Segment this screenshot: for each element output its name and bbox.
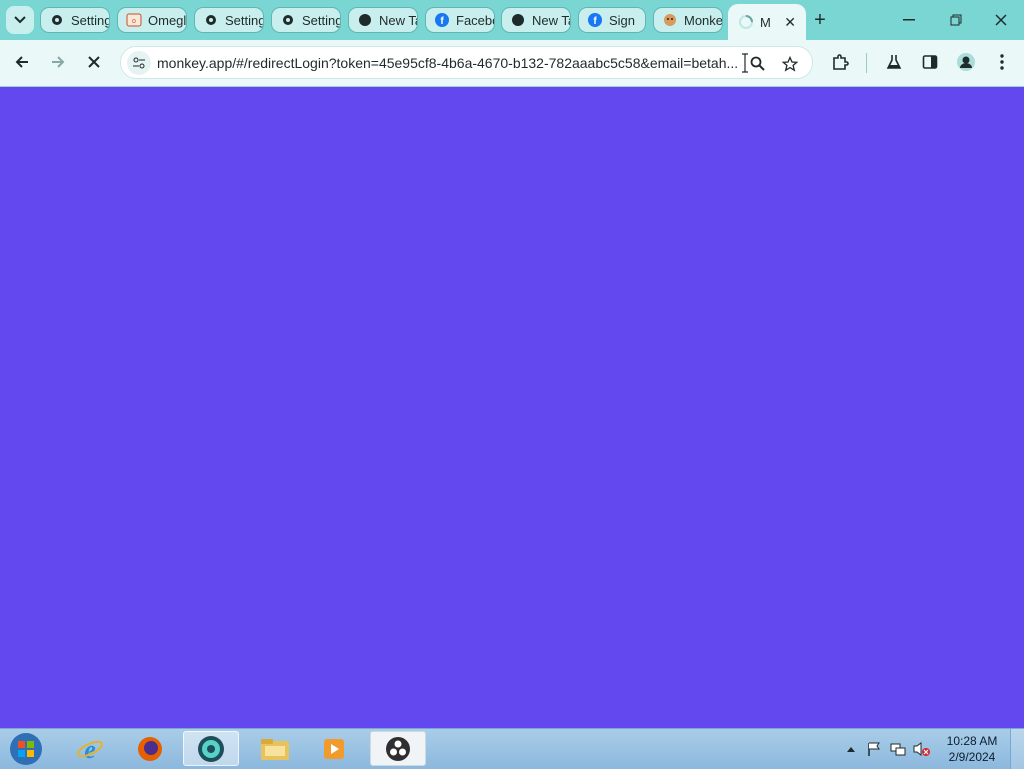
tab-title: Settings: [71, 12, 109, 28]
action-center-icon[interactable]: [864, 739, 884, 759]
facebook-icon: f: [587, 12, 603, 28]
bookmark-button[interactable]: [779, 53, 801, 75]
tab-title: New Tab: [532, 12, 570, 28]
obs-icon[interactable]: [370, 731, 426, 766]
arrow-left-icon: [15, 56, 28, 68]
tab-settings-3[interactable]: Settings: [271, 7, 341, 33]
forward-button[interactable]: [43, 47, 73, 77]
show-desktop-button[interactable]: [1010, 729, 1024, 769]
extensions-button[interactable]: [825, 47, 855, 77]
media-player-icon[interactable]: [306, 731, 362, 766]
volume-muted-icon[interactable]: [912, 739, 932, 759]
puzzle-icon: [833, 54, 849, 70]
magnifier-icon: [750, 56, 765, 71]
chat-icon: [510, 12, 526, 28]
close-icon: [995, 14, 1007, 26]
menu-button[interactable]: [987, 47, 1017, 77]
show-hidden-icons-button[interactable]: [844, 739, 858, 759]
profile-button[interactable]: [951, 47, 981, 77]
monkey-icon: [662, 12, 678, 28]
file-explorer-icon[interactable]: [247, 731, 303, 766]
chevron-up-icon: [847, 747, 855, 752]
site-info-button[interactable]: [127, 51, 151, 75]
tab-facebook[interactable]: f Facebook: [425, 7, 495, 33]
chevron-down-icon: [14, 16, 26, 24]
tab-strip: Settings o Omegle Settings Settings New …: [0, 0, 1024, 40]
side-panel-icon: [922, 55, 938, 69]
close-tab-icon[interactable]: ✕: [784, 14, 796, 31]
close-icon: [88, 56, 100, 68]
clock-time: 10:28 AM: [946, 734, 998, 748]
tab-active[interactable]: M ✕: [728, 4, 806, 40]
star-icon: [782, 56, 798, 72]
start-button[interactable]: [6, 730, 46, 768]
tab-sign[interactable]: f Sign: [578, 7, 646, 33]
new-tab-button[interactable]: +: [808, 8, 832, 32]
kebab-menu-icon: [1000, 54, 1004, 70]
stop-loading-button[interactable]: [79, 47, 109, 77]
gear-icon: [203, 12, 219, 28]
gear-icon: [280, 12, 296, 28]
chrome-icon[interactable]: [183, 731, 239, 766]
loading-spinner-icon: [738, 14, 754, 30]
side-panel-button[interactable]: [915, 47, 945, 77]
address-bar[interactable]: monkey.app/#/redirectLogin?token=45e95cf…: [120, 46, 813, 79]
chat-icon: [357, 12, 373, 28]
tab-title: M: [760, 14, 771, 30]
facebook-icon: f: [434, 12, 450, 28]
labs-button[interactable]: [879, 47, 909, 77]
close-window-button[interactable]: [987, 8, 1015, 32]
internet-explorer-icon[interactable]: e: [62, 731, 118, 766]
restore-icon: [950, 14, 962, 26]
minimize-icon: [903, 19, 915, 21]
svg-text:o: o: [132, 18, 136, 25]
flask-icon: [886, 55, 902, 69]
avatar-icon: [957, 53, 975, 71]
tab-new-2[interactable]: New Tab: [501, 7, 571, 33]
back-button[interactable]: [7, 47, 37, 77]
omegle-icon: o: [126, 12, 142, 28]
gear-icon: [49, 12, 65, 28]
toolbar-divider: [866, 53, 867, 73]
tab-new-1[interactable]: New Tab: [348, 7, 418, 33]
network-icon[interactable]: [888, 739, 908, 759]
tab-settings-2[interactable]: Settings: [194, 7, 264, 33]
svg-text:e: e: [84, 735, 96, 764]
tab-settings-1[interactable]: Settings: [40, 7, 110, 33]
page-content: [0, 87, 1024, 728]
taskbar: e 10:28 AM 2/9/2024: [0, 728, 1024, 769]
minimize-button[interactable]: [895, 8, 923, 32]
tab-title: Settings: [225, 12, 263, 28]
zoom-button[interactable]: [747, 53, 769, 75]
system-clock[interactable]: 10:28 AM 2/9/2024: [938, 733, 1006, 765]
tab-title: Omegle: [148, 12, 186, 28]
tune-icon: [133, 57, 145, 69]
tab-title: Facebook: [456, 12, 494, 28]
tab-title: New Tab: [379, 12, 417, 28]
firefox-icon[interactable]: [122, 731, 178, 766]
windows-logo-icon: [10, 733, 42, 765]
tab-monkey[interactable]: Monkey: [653, 7, 723, 33]
url-text[interactable]: monkey.app/#/redirectLogin?token=45e95cf…: [157, 55, 742, 71]
tab-search-button[interactable]: [6, 6, 34, 34]
arrow-right-icon: [52, 56, 65, 68]
browser-toolbar: monkey.app/#/redirectLogin?token=45e95cf…: [0, 40, 1024, 87]
tab-omegle[interactable]: o Omegle: [117, 7, 187, 33]
restore-button[interactable]: [942, 8, 970, 32]
tab-title: Settings: [302, 12, 340, 28]
clock-date: 2/9/2024: [948, 750, 996, 764]
tab-title: Sign: [609, 12, 636, 28]
tab-title: Monkey: [684, 12, 722, 28]
